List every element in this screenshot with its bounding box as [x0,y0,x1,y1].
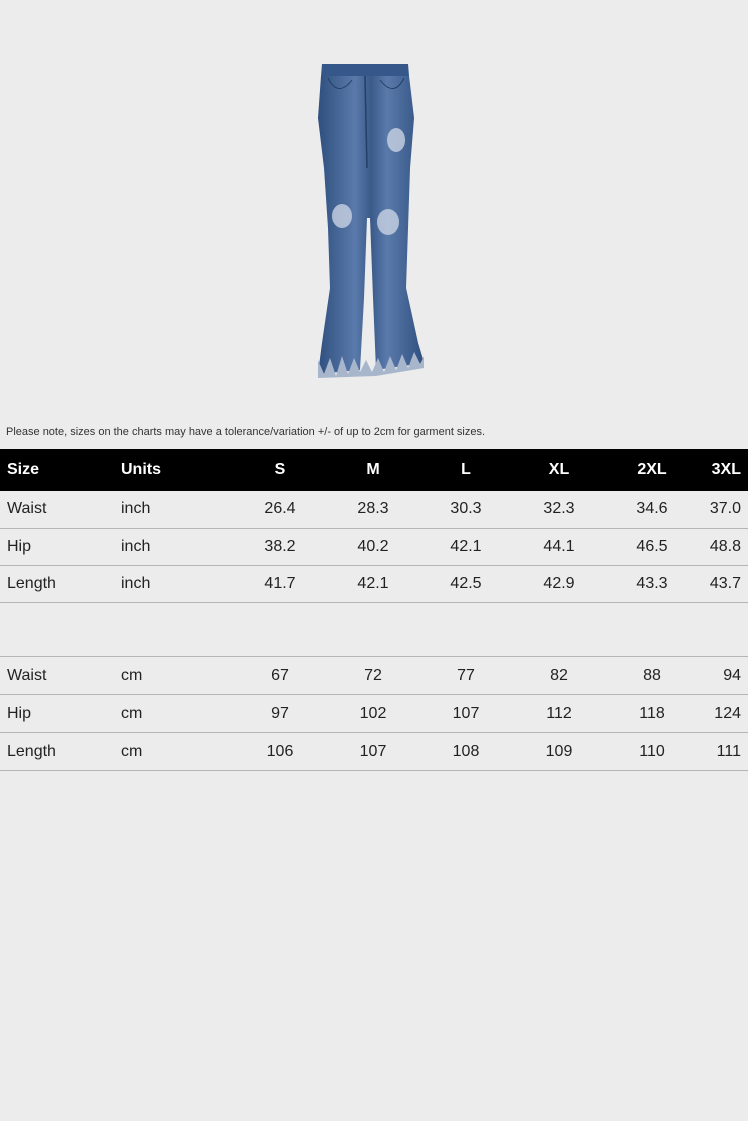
header-s: S [236,449,324,491]
cell-value: 42.5 [422,565,510,603]
header-units: Units [116,449,236,491]
row-label: Waist [0,656,116,695]
cell-value: 107 [324,732,422,771]
cell-value: 94 [696,656,748,695]
cell-value: 110 [608,732,696,771]
size-chart-cm-table: Waist cm 67 72 77 82 88 94 Hip cm 97 102… [0,656,748,771]
row-label: Length [0,565,116,603]
jeans-product-image [318,64,424,378]
row-unit: cm [116,694,236,733]
cell-value: 111 [696,732,748,771]
header-l: L [422,449,510,491]
table-row: Hip cm 97 102 107 112 118 124 [0,694,748,733]
row-unit: inch [116,565,236,603]
jeans-body [318,76,424,374]
cell-value: 43.7 [696,565,748,603]
cell-value: 112 [510,694,608,733]
row-label: Hip [0,528,116,566]
header-m: M [324,449,422,491]
header-size: Size [0,449,116,491]
row-unit: inch [116,528,236,566]
cell-value: 44.1 [510,528,608,566]
cell-value: 102 [324,694,422,733]
size-header-row: Size Units S M L XL 2XL 3XL [0,449,748,491]
table-row: Hip inch 38.2 40.2 42.1 44.1 46.5 48.8 [0,528,748,566]
cell-value: 82 [510,656,608,695]
row-label: Waist [0,491,116,529]
cell-value: 72 [324,656,422,695]
table-row: Length cm 106 107 108 109 110 111 [0,732,748,771]
cell-value: 26.4 [236,491,324,529]
cell-value: 37.0 [696,491,748,529]
cell-value: 46.5 [608,528,696,566]
cell-value: 124 [696,694,748,733]
table-row: Waist cm 67 72 77 82 88 94 [0,656,748,695]
row-label: Hip [0,694,116,733]
row-unit: cm [116,732,236,771]
jeans-waistband [321,64,409,76]
cell-value: 32.3 [510,491,608,529]
header-xl: XL [510,449,608,491]
cell-value: 42.1 [422,528,510,566]
table-row: Length inch 41.7 42.1 42.5 42.9 43.3 43.… [0,565,748,603]
rip-mark [377,209,399,235]
rip-mark [387,128,405,152]
cell-value: 34.6 [608,491,696,529]
cell-value: 38.2 [236,528,324,566]
cell-value: 88 [608,656,696,695]
cell-value: 43.3 [608,565,696,603]
header-2xl: 2XL [608,449,696,491]
row-unit: cm [116,656,236,695]
cell-value: 106 [236,732,324,771]
cell-value: 41.7 [236,565,324,603]
cell-value: 67 [236,656,324,695]
row-label: Length [0,732,116,771]
cell-value: 107 [422,694,510,733]
cell-value: 108 [422,732,510,771]
table-row: Waist inch 26.4 28.3 30.3 32.3 34.6 37.0 [0,491,748,529]
cell-value: 28.3 [324,491,422,529]
rip-mark [332,204,352,228]
size-chart-inch-table: Size Units S M L XL 2XL 3XL Waist inch 2… [0,449,748,603]
cell-value: 118 [608,694,696,733]
cell-value: 42.9 [510,565,608,603]
cell-value: 48.8 [696,528,748,566]
cell-value: 77 [422,656,510,695]
tolerance-note: Please note, sizes on the charts may hav… [6,426,486,438]
row-unit: inch [116,491,236,529]
cell-value: 40.2 [324,528,422,566]
cell-value: 42.1 [324,565,422,603]
cell-value: 97 [236,694,324,733]
cell-value: 30.3 [422,491,510,529]
cell-value: 109 [510,732,608,771]
header-3xl: 3XL [696,449,748,491]
